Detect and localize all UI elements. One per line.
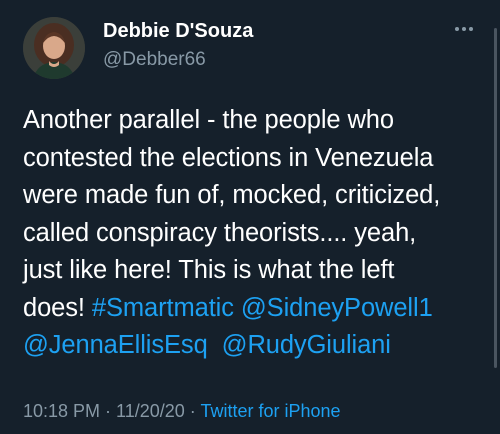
- tweet-date[interactable]: 11/20/20: [116, 401, 185, 421]
- tweet-metadata: 10:18 PM · 11/20/20 · Twitter for iPhone: [23, 401, 341, 422]
- more-horizontal-icon: [455, 27, 473, 31]
- hashtag-link[interactable]: #Smartmatic: [92, 294, 234, 322]
- tweet-card: Debbie D'Souza @Debber66 Another paralle…: [0, 0, 500, 434]
- author-display-name[interactable]: Debbie D'Souza: [103, 20, 253, 43]
- mention-link[interactable]: @SidneyPowell1: [241, 294, 433, 322]
- tweet-line: called conspiracy theorists.... yeah,: [23, 218, 417, 247]
- separator-dot: ·: [100, 401, 117, 421]
- scrollbar[interactable]: [494, 28, 497, 368]
- tweet-source-link[interactable]: Twitter for iPhone: [200, 401, 340, 421]
- avatar[interactable]: [23, 17, 85, 79]
- tweet-line: just like here! This is what the left: [23, 256, 395, 284]
- tweet-line-text: does!: [23, 293, 92, 322]
- avatar-image: [23, 17, 85, 79]
- tweet-line: does! #Smartmatic @SidneyPowell1: [23, 290, 493, 328]
- tweet-time[interactable]: 10:18 PM: [23, 401, 100, 421]
- author-handle[interactable]: @Debber66: [103, 49, 206, 71]
- tweet-line: were made fun of, mocked, criticized,: [23, 181, 441, 209]
- separator-dot: ·: [184, 401, 201, 421]
- tweet-line: @JennaEllisEsq @RudyGiuliani: [23, 327, 493, 365]
- tweet-line: Another parallel - the people who: [23, 106, 394, 134]
- mention-link[interactable]: @RudyGiuliani: [222, 331, 391, 359]
- mention-link[interactable]: @JennaEllisEsq: [23, 331, 208, 359]
- tweet-line: contested the elections in Venezuela: [23, 143, 434, 172]
- tweet-text: Another parallel - the people who contes…: [23, 102, 493, 365]
- more-options-button[interactable]: [453, 22, 475, 36]
